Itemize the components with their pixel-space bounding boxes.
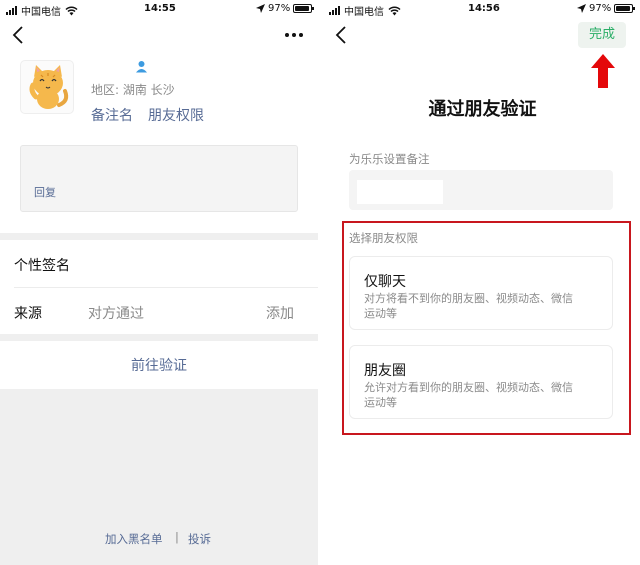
cat-avatar[interactable] (20, 60, 74, 114)
left-screen: 中国电信 14:55 97% 地区: 湖南 长沙 备注名 朋友权限 回复 个性签… (0, 0, 318, 565)
status-right-right: 97% (577, 3, 636, 14)
section-separator (0, 233, 318, 240)
reply-link[interactable]: 回复 (34, 184, 56, 200)
region-label: 地区: 湖南 长沙 (91, 83, 175, 97)
option-title: 仅聊天 (364, 274, 406, 290)
option-moments[interactable]: 朋友圈 允许对方看到你的朋友圈、视频动态、微信运动等 (349, 345, 613, 419)
clock: 14:55 (144, 3, 176, 14)
panel-gap (318, 0, 325, 565)
permission-label: 选择朋友权限 (349, 231, 418, 245)
footer-separator: | (175, 530, 179, 544)
section-separator-2 (0, 334, 318, 341)
go-verify-button[interactable]: 前往验证 (0, 355, 318, 375)
clock: 14:56 (468, 3, 500, 14)
carrier-label: 中国电信 (21, 7, 61, 18)
report-link[interactable]: 投诉 (188, 531, 211, 547)
signal-icon (6, 6, 17, 15)
option-chat-only[interactable]: 仅聊天 对方将看不到你的朋友圈、视频动态、微信运动等 (349, 256, 613, 330)
up-arrow-icon (591, 54, 615, 92)
back-icon[interactable] (335, 26, 347, 47)
battery-icon (614, 4, 636, 13)
friend-permission-link[interactable]: 朋友权限 (148, 105, 204, 125)
remark-input[interactable] (349, 170, 613, 210)
status-bar-left: 中国电信 (6, 3, 78, 18)
right-screen: 中国电信 14:56 97% 完成 通过朋友验证 为乐乐设置备注 选择朋友权限 … (325, 0, 640, 565)
source-value: 对方通过 (88, 306, 144, 322)
option-desc: 对方将看不到你的朋友圈、视频动态、微信运动等 (364, 292, 573, 320)
verification-message-box: 回复 (20, 145, 298, 212)
carrier-label: 中国电信 (344, 7, 384, 18)
signal-icon (329, 6, 340, 15)
wifi-icon (65, 6, 78, 15)
page-title: 通过朋友验证 (428, 99, 537, 120)
status-bar-right: 中国电信 (329, 3, 401, 18)
blacklist-link[interactable]: 加入黑名单 (105, 531, 163, 547)
row-divider (14, 287, 318, 288)
battery-percent: 97% (589, 3, 612, 14)
add-button[interactable]: 添加 (266, 303, 294, 323)
source-label: 来源 (14, 306, 42, 322)
done-button[interactable]: 完成 (578, 22, 626, 48)
status-right-left: 97% (256, 3, 315, 14)
battery-icon (293, 4, 315, 13)
back-icon[interactable] (12, 26, 24, 47)
person-icon (135, 58, 148, 77)
signature-label: 个性签名 (14, 258, 70, 274)
location-arrow-icon (577, 4, 586, 13)
option-title: 朋友圈 (364, 363, 406, 379)
wifi-icon (388, 6, 401, 15)
remark-name-link[interactable]: 备注名 (91, 105, 133, 125)
battery-percent: 97% (268, 3, 291, 14)
location-arrow-icon (256, 4, 265, 13)
remark-input-value (357, 180, 443, 204)
more-icon[interactable] (285, 33, 303, 37)
remark-label: 为乐乐设置备注 (349, 152, 430, 166)
option-desc: 允许对方看到你的朋友圈、视频动态、微信运动等 (364, 381, 573, 409)
